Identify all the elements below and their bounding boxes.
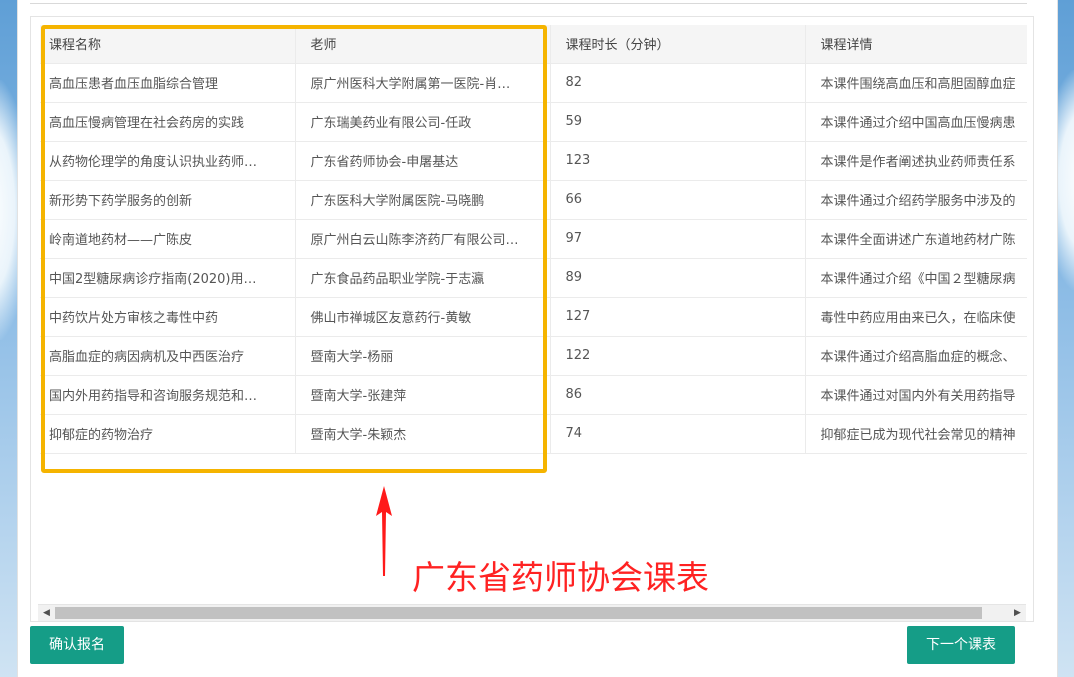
- cell-duration: 122: [550, 336, 806, 376]
- cell-teacher: 原广州白云山陈李济药厂有限公司…: [295, 219, 551, 259]
- cell-course-name: 从药物伦理学的角度认识执业药师…: [40, 141, 296, 181]
- scroll-left-arrow-icon[interactable]: ◀: [38, 605, 55, 621]
- table-row[interactable]: 高血压患者血压血脂综合管理 原广州医科大学附属第一医院-肖… 82 本课件围绕高…: [40, 63, 1027, 103]
- header-course-name: 课程名称: [40, 25, 296, 64]
- cell-duration: 66: [550, 180, 806, 220]
- cell-course-name: 岭南道地药材——广陈皮: [40, 219, 296, 259]
- confirm-signup-button[interactable]: 确认报名: [30, 626, 124, 664]
- cell-duration: 97: [550, 219, 806, 259]
- table-row[interactable]: 高血压慢病管理在社会药房的实践 广东瑞美药业有限公司-任政 59 本课件通过介绍…: [40, 102, 1027, 142]
- cell-detail: 本课件全面讲述广东道地药材广陈: [805, 219, 1027, 259]
- table-row[interactable]: 中药饮片处方审核之毒性中药 佛山市禅城区友意药行-黄敏 127 毒性中药应用由来…: [40, 297, 1027, 337]
- table-header-row: 课程名称 老师 课程时长（分钟） 课程详情: [40, 25, 1027, 64]
- cell-teacher: 广东食品药品职业学院-于志瀛: [295, 258, 551, 298]
- table-row[interactable]: 国内外用药指导和咨询服务规范和… 暨南大学-张建萍 86 本课件通过对国内外有关…: [40, 375, 1027, 415]
- cell-course-name: 中国2型糖尿病诊疗指南(2020)用…: [40, 258, 296, 298]
- cell-detail: 本课件通过介绍中国高血压慢病患: [805, 102, 1027, 142]
- table-row[interactable]: 中国2型糖尿病诊疗指南(2020)用… 广东食品药品职业学院-于志瀛 89 本课…: [40, 258, 1027, 298]
- course-table-viewport[interactable]: 课程名称 老师 课程时长（分钟） 课程详情 高血压患者血压血脂综合管理 原广州医…: [40, 25, 1027, 455]
- cell-duration: 82: [550, 63, 806, 103]
- header-detail: 课程详情: [805, 25, 1027, 64]
- cell-detail: 本课件是作者阐述执业药师责任系: [805, 141, 1027, 181]
- cell-detail: 本课件通过对国内外有关用药指导: [805, 375, 1027, 415]
- cell-detail: 本课件通过介绍药学服务中涉及的: [805, 180, 1027, 220]
- cell-detail: 本课件通过介绍《中国２型糖尿病: [805, 258, 1027, 298]
- cell-detail: 本课件围绕高血压和高胆固醇血症: [805, 63, 1027, 103]
- cell-teacher: 广东医科大学附属医院-马晓鹏: [295, 180, 551, 220]
- cell-course-name: 抑郁症的药物治疗: [40, 414, 296, 454]
- scrollbar-thumb[interactable]: [55, 607, 982, 619]
- cell-duration: 89: [550, 258, 806, 298]
- table-row[interactable]: 抑郁症的药物治疗 暨南大学-朱颖杰 74 抑郁症已成为现代社会常见的精神: [40, 414, 1027, 454]
- cell-course-name: 新形势下药学服务的创新: [40, 180, 296, 220]
- course-table: 课程名称 老师 课程时长（分钟） 课程详情 高血压患者血压血脂综合管理 原广州医…: [40, 25, 1027, 454]
- scroll-right-arrow-icon[interactable]: ▶: [1009, 605, 1026, 621]
- cell-course-name: 中药饮片处方审核之毒性中药: [40, 297, 296, 337]
- cell-teacher: 广东省药师协会-申屠基达: [295, 141, 551, 181]
- table-row[interactable]: 高脂血症的病因病机及中西医治疗 暨南大学-杨丽 122 本课件通过介绍高脂血症的…: [40, 336, 1027, 376]
- cell-detail: 抑郁症已成为现代社会常见的精神: [805, 414, 1027, 454]
- cell-course-name: 高血压慢病管理在社会药房的实践: [40, 102, 296, 142]
- table-row[interactable]: 从药物伦理学的角度认识执业药师… 广东省药师协会-申屠基达 123 本课件是作者…: [40, 141, 1027, 181]
- cell-teacher: 广东瑞美药业有限公司-任政: [295, 102, 551, 142]
- header-teacher: 老师: [295, 25, 551, 64]
- cell-detail: 毒性中药应用由来已久，在临床使: [805, 297, 1027, 337]
- cell-teacher: 暨南大学-朱颖杰: [295, 414, 551, 454]
- cell-teacher: 原广州医科大学附属第一医院-肖…: [295, 63, 551, 103]
- cell-duration: 127: [550, 297, 806, 337]
- cell-course-name: 高血压患者血压血脂综合管理: [40, 63, 296, 103]
- annotation-label: 广东省药师协会课表: [412, 558, 709, 597]
- table-row[interactable]: 岭南道地药材——广陈皮 原广州白云山陈李济药厂有限公司… 97 本课件全面讲述广…: [40, 219, 1027, 259]
- cell-detail: 本课件通过介绍高脂血症的概念、: [805, 336, 1027, 376]
- cell-course-name: 国内外用药指导和咨询服务规范和…: [40, 375, 296, 415]
- cell-teacher: 佛山市禅城区友意药行-黄敏: [295, 297, 551, 337]
- course-table-container: 课程名称 老师 课程时长（分钟） 课程详情 高血压患者血压血脂综合管理 原广州医…: [30, 16, 1034, 622]
- cell-duration: 59: [550, 102, 806, 142]
- horizontal-scrollbar[interactable]: ◀ ▶: [38, 604, 1026, 621]
- cell-teacher: 暨南大学-张建萍: [295, 375, 551, 415]
- cell-duration: 123: [550, 141, 806, 181]
- cell-duration: 86: [550, 375, 806, 415]
- cell-teacher: 暨南大学-杨丽: [295, 336, 551, 376]
- top-divider: [30, 3, 1027, 4]
- next-schedule-button[interactable]: 下一个课表: [907, 626, 1015, 664]
- cell-duration: 74: [550, 414, 806, 454]
- header-duration: 课程时长（分钟）: [550, 25, 806, 64]
- table-row[interactable]: 新形势下药学服务的创新 广东医科大学附属医院-马晓鹏 66 本课件通过介绍药学服…: [40, 180, 1027, 220]
- red-up-arrow-icon: [376, 486, 392, 576]
- cell-course-name: 高脂血症的病因病机及中西医治疗: [40, 336, 296, 376]
